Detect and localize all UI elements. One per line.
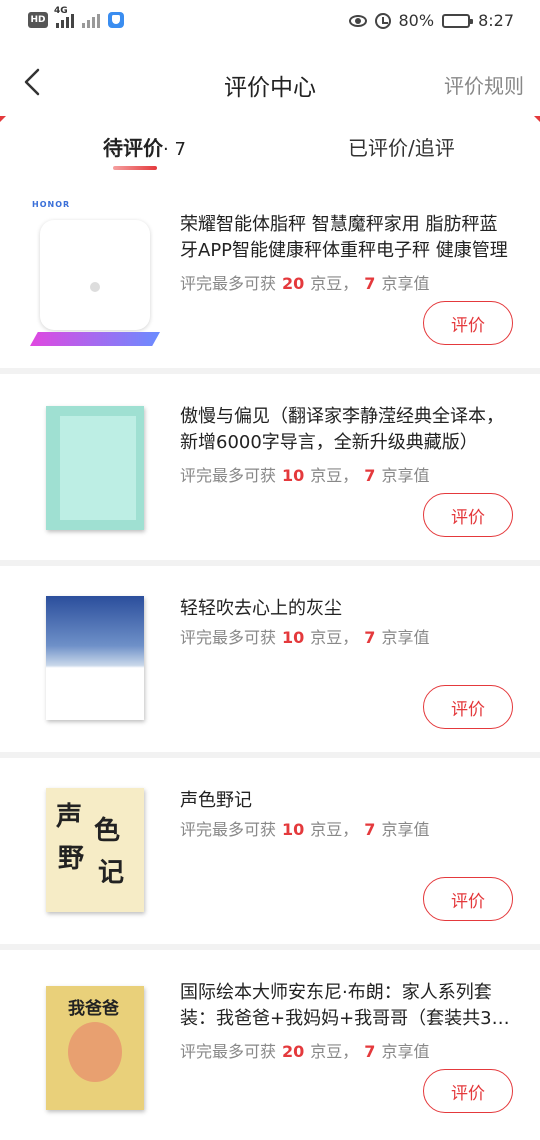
book-cover (46, 596, 144, 720)
eye-icon (348, 14, 367, 27)
beans-unit: 京豆， (310, 1042, 359, 1061)
beans-count: 10 (282, 820, 305, 839)
list-item[interactable]: 我爸爸 国际绘本大师安东尼·布朗：家人系列套装：我爸爸+我妈妈+我哥哥（套装共3… (0, 950, 540, 1140)
hd-icon: HD (28, 12, 48, 28)
book-cover-title: 我爸爸 (68, 999, 119, 1019)
list-item[interactable]: 轻轻吹去心上的灰尘 评完最多可获 10 京豆， 7 京享值 评价 (0, 566, 540, 758)
reward-text: 评完最多可获 10 京豆， 7 京享值 (180, 462, 429, 486)
product-title[interactable]: 轻轻吹去心上的灰尘 (180, 596, 514, 622)
product-title[interactable]: 声色野记 (180, 788, 514, 814)
rules-link[interactable]: 评价规则 (444, 70, 524, 99)
beans-count: 20 (282, 1042, 305, 1061)
book-cover: 我爸爸 (46, 986, 144, 1110)
network-type-label: 4G (54, 6, 68, 16)
value-count: 7 (364, 274, 376, 293)
product-image[interactable]: 声 色 野 记 (30, 776, 160, 926)
clock: 8:27 (478, 11, 514, 30)
reward-text: 评完最多可获 10 京豆， 7 京享值 (180, 816, 429, 840)
tab-pending-count: · 7 (163, 139, 186, 160)
status-bar: HD 4G 80% 8:27 (0, 0, 540, 44)
beans-count: 10 (282, 628, 305, 647)
battery-percent: 80% (398, 11, 435, 30)
beans-count: 20 (282, 274, 305, 293)
battery-icon (442, 13, 474, 28)
beans-unit: 京豆， (310, 628, 359, 647)
status-right: 80% 8:27 (348, 11, 514, 30)
tab-pending-label: 待评价 (103, 136, 163, 160)
product-image[interactable]: HONOR (30, 200, 160, 350)
rate-button[interactable]: 评价 (423, 877, 513, 921)
alarm-icon (374, 12, 391, 29)
status-left: HD 4G (28, 6, 124, 28)
review-list: HONOR 荣耀智能体脂秤 智慧魔秤家用 脂肪秤蓝牙APP智能健康秤体重秤电子秤… (0, 182, 540, 1140)
tab-bar: 待评价· 7 已评价/追评 (0, 120, 540, 178)
beans-unit: 京豆， (310, 274, 359, 293)
beans-unit: 京豆， (310, 466, 359, 485)
product-title[interactable]: 国际绘本大师安东尼·布朗：家人系列套装：我爸爸+我妈妈+我哥哥（套装共3册） (180, 980, 514, 1032)
reward-prefix: 评完最多可获 (180, 274, 277, 293)
value-count: 7 (364, 466, 376, 485)
reward-text: 评完最多可获 10 京豆， 7 京享值 (180, 624, 429, 648)
value-count: 7 (364, 820, 376, 839)
rate-button[interactable]: 评价 (423, 685, 513, 729)
product-image[interactable] (30, 392, 160, 542)
reward-prefix: 评完最多可获 (180, 820, 277, 839)
brand-logo: HONOR (32, 200, 71, 209)
product-image[interactable]: 我爸爸 (30, 968, 160, 1118)
list-item[interactable]: 声 色 野 记 声色野记 评完最多可获 10 京豆， 7 京享值 评价 (0, 758, 540, 950)
list-item[interactable]: 傲慢与偏见（翻译家李静滢经典全译本，新增6000字导言，全新升级典藏版） 评完最… (0, 374, 540, 566)
beans-unit: 京豆， (310, 820, 359, 839)
product-image[interactable] (30, 584, 160, 734)
product-title[interactable]: 荣耀智能体脂秤 智慧魔秤家用 脂肪秤蓝牙APP智能健康秤体重秤电子秤 健康管理 (180, 212, 514, 264)
tab-indicator (113, 166, 157, 170)
rate-button[interactable]: 评价 (423, 1069, 513, 1113)
shield-icon (108, 12, 124, 28)
value-unit: 京享值 (381, 466, 430, 485)
reward-text: 评完最多可获 20 京豆， 7 京享值 (180, 270, 429, 294)
list-item[interactable]: HONOR 荣耀智能体脂秤 智慧魔秤家用 脂肪秤蓝牙APP智能健康秤体重秤电子秤… (0, 182, 540, 374)
product-title[interactable]: 傲慢与偏见（翻译家李静滢经典全译本，新增6000字导言，全新升级典藏版） (180, 404, 514, 456)
scale-image (40, 220, 150, 330)
book-cover (46, 406, 144, 530)
value-unit: 京享值 (381, 820, 430, 839)
value-count: 7 (364, 1042, 376, 1061)
value-count: 7 (364, 628, 376, 647)
reward-prefix: 评完最多可获 (180, 1042, 277, 1061)
nav-bar: 评价中心 评价规则 (0, 44, 540, 122)
reward-text: 评完最多可获 20 京豆， 7 京享值 (180, 1038, 429, 1062)
rate-button[interactable]: 评价 (423, 493, 513, 537)
tab-reviewed[interactable]: 已评价/追评 (348, 132, 455, 161)
beans-count: 10 (282, 466, 305, 485)
book-cover: 声 色 野 记 (46, 788, 144, 912)
value-unit: 京享值 (381, 274, 430, 293)
tab-pending[interactable]: 待评价· 7 (103, 132, 186, 161)
signal-icon: 4G (54, 6, 74, 28)
no-signal-icon (82, 12, 100, 28)
image-banner (30, 332, 160, 346)
reward-prefix: 评完最多可获 (180, 628, 277, 647)
reward-prefix: 评完最多可获 (180, 466, 277, 485)
rate-button[interactable]: 评价 (423, 301, 513, 345)
value-unit: 京享值 (381, 1042, 430, 1061)
value-unit: 京享值 (381, 628, 430, 647)
